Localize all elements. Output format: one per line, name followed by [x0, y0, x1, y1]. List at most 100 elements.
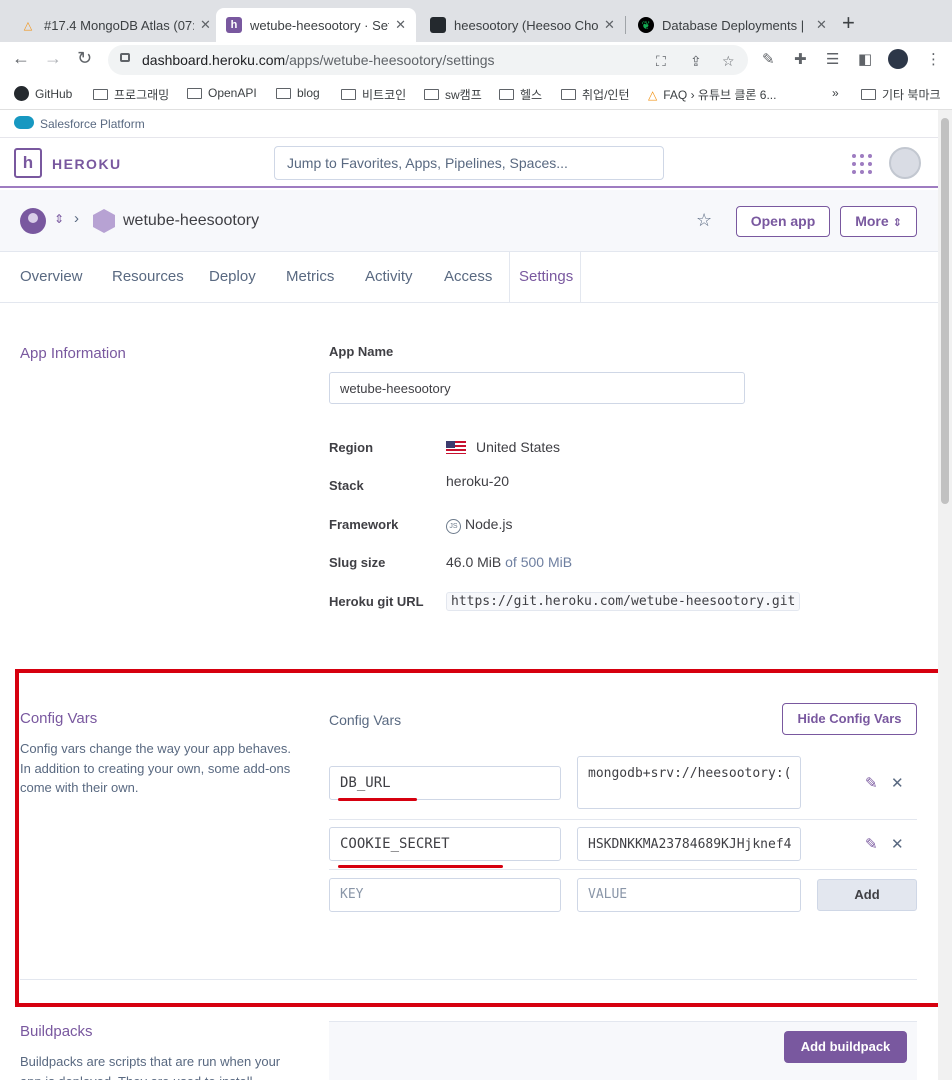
edit-pencil-icon[interactable]: ✎ — [865, 774, 878, 792]
chevron-up-down-icon[interactable]: ⇕ — [54, 212, 64, 226]
back-arrow-icon[interactable]: ← — [12, 48, 30, 69]
bookmarks-overflow-chevron-icon[interactable]: » — [832, 86, 839, 100]
new-key-input[interactable]: KEY — [329, 878, 561, 912]
app-name-input[interactable]: wetube-heesootory — [329, 372, 745, 404]
global-search-input[interactable]: Jump to Favorites, Apps, Pipelines, Spac… — [274, 146, 664, 180]
add-buildpack-button[interactable]: Add buildpack — [784, 1031, 907, 1063]
forward-arrow-icon[interactable]: → — [44, 48, 62, 69]
tab-deploy[interactable]: Deploy — [209, 268, 256, 285]
config-value-textarea[interactable]: mongodb+srv://heesootory:( — [577, 756, 801, 809]
tab-access[interactable]: Access — [444, 268, 492, 285]
tab-activity[interactable]: Activity — [365, 268, 413, 285]
url-text: dashboard.heroku.com/apps/wetube-heesoot… — [142, 52, 495, 68]
buildpacks-heading: Buildpacks — [20, 1023, 93, 1040]
bookmarks-bar: GitHub 프로그래밍 OpenAPI blog 비트코인 sw캠프 헬스 취… — [0, 78, 952, 110]
browser-tab-mongodb[interactable]: ❦ Database Deployments | ✕ — [628, 8, 837, 42]
bookmark-folder[interactable]: OpenAPI — [187, 86, 257, 100]
app-header: ⇕ › wetube-heesootory ☆ Open app More ⇕ — [0, 190, 938, 252]
favorite-star-icon[interactable]: ☆ — [696, 210, 712, 231]
config-value-textarea[interactable]: HSKDNKKMA23784689KJHjknef4 — [577, 827, 801, 861]
side-panel-icon[interactable]: ◧ — [858, 50, 872, 68]
stack-label: Stack — [329, 478, 364, 493]
url-bar[interactable]: dashboard.heroku.com/apps/wetube-heesoot… — [108, 45, 748, 75]
tab-settings[interactable]: Settings — [519, 268, 573, 285]
bookmark-folder[interactable]: sw캠프 — [424, 86, 482, 103]
share-icon[interactable]: ⇪ — [690, 53, 702, 70]
git-url-value[interactable]: https://git.heroku.com/wetube-heesootory… — [446, 592, 801, 611]
framework-value: JS Node.js — [446, 516, 512, 534]
tab-separator — [625, 16, 626, 34]
user-avatar[interactable] — [889, 147, 921, 179]
bookmark-star-icon[interactable]: ☆ — [722, 53, 735, 70]
browser-tab-mongodb-lecture[interactable]: △ #17.4 MongoDB Atlas (07: ✕ — [10, 8, 221, 42]
row-divider — [329, 819, 917, 820]
config-key-input[interactable]: DB_URL — [329, 766, 561, 800]
warning-triangle-icon: △ — [648, 87, 658, 102]
tab-metrics[interactable]: Metrics — [286, 268, 334, 285]
hide-config-vars-button[interactable]: Hide Config Vars — [782, 703, 917, 735]
config-key-input[interactable]: COOKIE_SECRET — [329, 827, 561, 861]
delete-x-icon[interactable]: ✕ — [891, 835, 904, 853]
folder-icon — [861, 89, 876, 100]
bookmark-folder[interactable]: 헬스 — [499, 86, 542, 103]
salesforce-cloud-icon — [14, 116, 34, 129]
git-url-label: Heroku git URL — [329, 594, 424, 609]
bookmark-folder[interactable]: 취업/인턴 — [561, 86, 630, 103]
region-label: Region — [329, 440, 374, 455]
new-value-input[interactable]: VALUE — [577, 878, 801, 912]
heroku-logo-icon[interactable]: h — [14, 148, 42, 178]
browser-tab-github[interactable]: heesootory (Heesoo Cho ✕ — [420, 8, 625, 42]
bookmark-other-folder[interactable]: 기타 북마크 — [861, 86, 941, 103]
edit-pencil-icon[interactable]: ✎ — [865, 835, 878, 853]
add-config-var-button[interactable]: Add — [817, 879, 917, 911]
heroku-brand-name[interactable]: HEROKU — [52, 156, 122, 172]
heroku-icon: h — [226, 17, 242, 33]
delete-x-icon[interactable]: ✕ — [891, 774, 904, 792]
close-icon[interactable]: ✕ — [200, 17, 211, 33]
close-icon[interactable]: ✕ — [816, 17, 827, 33]
kebab-menu-icon[interactable]: ⋮ — [926, 50, 941, 68]
stack-value: heroku-20 — [446, 473, 510, 489]
user-icon[interactable] — [20, 208, 46, 234]
reload-icon[interactable]: ↻ — [77, 48, 92, 69]
bookmark-github[interactable]: GitHub — [14, 86, 72, 101]
extensions-puzzle-icon[interactable]: ✚ — [794, 50, 807, 68]
more-dropdown-button[interactable]: More ⇕ — [840, 206, 917, 237]
bookmark-folder[interactable]: 프로그래밍 — [93, 86, 169, 103]
reading-list-icon[interactable]: ☰ — [826, 50, 839, 68]
row-divider — [329, 869, 917, 870]
config-vars-subtitle: Config Vars — [329, 712, 402, 728]
chevron-right-icon: › — [74, 210, 79, 227]
tab-overview[interactable]: Overview — [20, 268, 83, 285]
slug-size-value: 46.0 MiB of 500 MiB — [446, 554, 573, 570]
github-icon — [14, 86, 29, 101]
bookmark-folder[interactable]: 비트코인 — [341, 86, 406, 103]
slug-size-label: Slug size — [329, 555, 386, 570]
scrollbar-thumb[interactable] — [941, 118, 949, 504]
heroku-header: h HEROKU Jump to Favorites, Apps, Pipeli… — [0, 138, 938, 188]
browser-tab-title: heesootory (Heesoo Cho — [454, 17, 598, 33]
folder-icon — [341, 89, 356, 100]
apps-grid-icon[interactable] — [852, 154, 872, 174]
us-flag-icon — [446, 441, 466, 454]
tab-divider — [580, 252, 581, 302]
new-tab-plus-icon[interactable]: + — [842, 10, 855, 36]
eyedropper-icon[interactable]: ✎ — [762, 50, 775, 68]
profile-avatar[interactable] — [888, 49, 908, 69]
tab-divider — [509, 252, 510, 302]
translate-icon[interactable]: ⛶ — [656, 53, 666, 70]
browser-tab-strip: △ #17.4 MongoDB Atlas (07: ✕ h wetube-he… — [0, 0, 952, 42]
browser-tab-title: #17.4 MongoDB Atlas (07: — [44, 17, 194, 33]
browser-tab-heroku-settings[interactable]: h wetube-heesootory · Set ✕ — [216, 8, 416, 42]
close-icon[interactable]: ✕ — [604, 17, 615, 33]
tab-resources[interactable]: Resources — [112, 268, 184, 285]
bookmark-folder[interactable]: blog — [276, 86, 320, 100]
salesforce-platform-label: Salesforce Platform — [40, 117, 145, 131]
close-icon[interactable]: ✕ — [395, 17, 406, 33]
github-icon — [430, 17, 446, 33]
folder-icon — [93, 89, 108, 100]
warning-triangle-icon: △ — [23, 19, 33, 32]
bookmark-faq[interactable]: △ FAQ › 유튜브 클론 6... — [648, 86, 776, 103]
open-app-button[interactable]: Open app — [736, 206, 830, 237]
buildpacks-description: Buildpacks are scripts that are run when… — [20, 1054, 281, 1080]
